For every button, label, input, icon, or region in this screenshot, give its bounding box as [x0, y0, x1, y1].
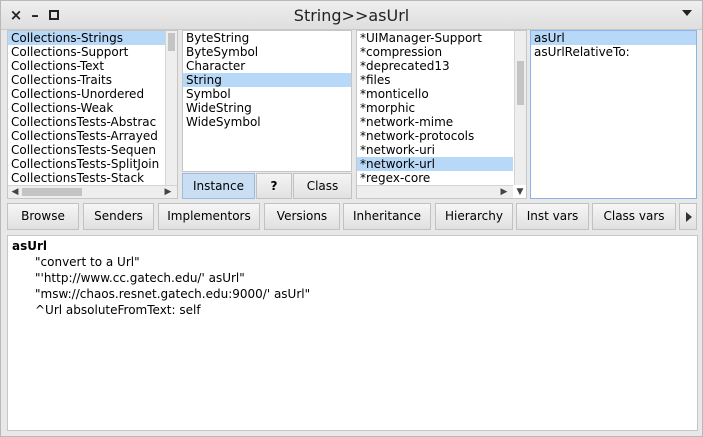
category-item[interactable]: Collections-Traits [8, 73, 166, 87]
protocol-horizontal-scrollbar[interactable]: ▶ [357, 185, 513, 198]
hierarchy-button[interactable]: Hierarchy [435, 203, 513, 230]
toolbar-more-button[interactable] [679, 203, 697, 230]
protocol-vertical-scrollbar[interactable] [514, 31, 526, 185]
protocol-item[interactable]: *network-mime [357, 115, 513, 129]
versions-button[interactable]: Versions [264, 203, 340, 230]
protocol-list-pane[interactable]: *UIManager-Support *compression *depreca… [356, 30, 527, 199]
code-line: "msw://chaos.resnet.gatech.edu:9000/' as… [35, 287, 311, 301]
scroll-thumb[interactable] [22, 188, 82, 196]
protocol-item[interactable]: *monticello [357, 87, 513, 101]
protocol-item[interactable]: *files [357, 73, 513, 87]
window-title: String>>asUrl [293, 6, 410, 25]
class-item[interactable]: ByteString [183, 31, 351, 45]
title-bar: × – String>>asUrl [1, 1, 702, 30]
chevron-right-icon [686, 212, 692, 222]
category-item[interactable]: CollectionsTests-Abstrac [8, 115, 166, 129]
category-item[interactable]: CollectionsTests-Sequen [8, 143, 166, 157]
comment-button[interactable]: ? [256, 173, 292, 199]
protocol-item[interactable]: *morphic [357, 101, 513, 115]
protocol-item[interactable]: *network-uri [357, 143, 513, 157]
browse-button[interactable]: Browse [7, 203, 79, 230]
senders-button[interactable]: Senders [83, 203, 154, 230]
browser-window: × – String>>asUrl Collections-Strings Co… [0, 0, 703, 437]
category-item[interactable]: Collections-Strings [8, 31, 166, 45]
class-list[interactable]: ByteString ByteSymbol Character String S… [183, 31, 351, 171]
category-item[interactable]: CollectionsTests-Stack [8, 171, 166, 185]
instance-class-toggle: Instance ? Class [182, 173, 352, 199]
code-line: ^Url absoluteFromText: self [35, 303, 201, 317]
implementors-button[interactable]: Implementors [158, 203, 260, 230]
inst-vars-button[interactable]: Inst vars [516, 203, 589, 230]
class-item[interactable]: String [183, 73, 351, 87]
class-item[interactable]: Symbol [183, 87, 351, 101]
protocol-item[interactable]: *network-protocols [357, 129, 513, 143]
inheritance-button[interactable]: Inheritance [343, 203, 431, 230]
scroll-thumb[interactable] [168, 33, 175, 51]
method-item[interactable]: asUrl [531, 31, 696, 45]
scroll-right-icon[interactable]: ▶ [163, 187, 173, 197]
class-item[interactable]: WideString [183, 101, 351, 115]
category-item[interactable]: Collections-Support [8, 45, 166, 59]
category-item[interactable]: Collections-Weak [8, 101, 166, 115]
protocol-list[interactable]: *UIManager-Support *compression *depreca… [357, 31, 513, 185]
class-list-pane[interactable]: ByteString ByteSymbol Character String S… [182, 30, 352, 172]
category-item[interactable]: CollectionsTests-Arrayed [8, 129, 166, 143]
method-item[interactable]: asUrlRelativeTo: [531, 45, 696, 59]
code-line: "'http://www.cc.gatech.edu/' asUrl" [35, 271, 245, 285]
category-vertical-scrollbar[interactable] [165, 31, 177, 185]
scroll-left-icon[interactable]: ◀ [10, 187, 20, 197]
method-list[interactable]: asUrl asUrlRelativeTo: [531, 31, 696, 198]
category-item[interactable]: Collections-Unordered [8, 87, 166, 101]
protocol-item[interactable]: *regex-core [357, 171, 513, 185]
category-list[interactable]: Collections-Strings Collections-Support … [8, 31, 166, 185]
category-list-pane[interactable]: Collections-Strings Collections-Support … [7, 30, 178, 199]
category-item[interactable]: Collections-Text [8, 59, 166, 73]
scroll-right-icon[interactable]: ▶ [499, 187, 509, 197]
browser-toolbar: Browse Senders Implementors Versions Inh… [7, 203, 697, 231]
scroll-down-icon[interactable]: ▼ [515, 187, 525, 197]
class-side-button[interactable]: Class [293, 173, 352, 199]
class-item[interactable]: Character [183, 59, 351, 73]
instance-button[interactable]: Instance [182, 173, 255, 199]
method-signature: asUrl [12, 239, 48, 253]
class-vars-button[interactable]: Class vars [592, 203, 676, 230]
code-line: "convert to a Url" [35, 255, 140, 269]
protocol-item[interactable]: *network-url [357, 157, 513, 171]
class-item[interactable]: ByteSymbol [183, 45, 351, 59]
category-horizontal-scrollbar[interactable]: ◀ ▶ [8, 185, 177, 198]
protocol-item[interactable]: *compression [357, 45, 513, 59]
class-item[interactable]: WideSymbol [183, 115, 351, 129]
method-list-pane[interactable]: asUrl asUrlRelativeTo: [530, 30, 697, 199]
protocol-item[interactable]: *deprecated13 [357, 59, 513, 73]
code-editor[interactable]: asUrl "convert to a Url" "'http://www.cc… [7, 235, 698, 431]
scroll-thumb[interactable] [517, 61, 524, 105]
protocol-item[interactable]: *UIManager-Support [357, 31, 513, 45]
window-menu-icon[interactable] [682, 10, 692, 16]
category-item[interactable]: CollectionsTests-SplitJoin [8, 157, 166, 171]
